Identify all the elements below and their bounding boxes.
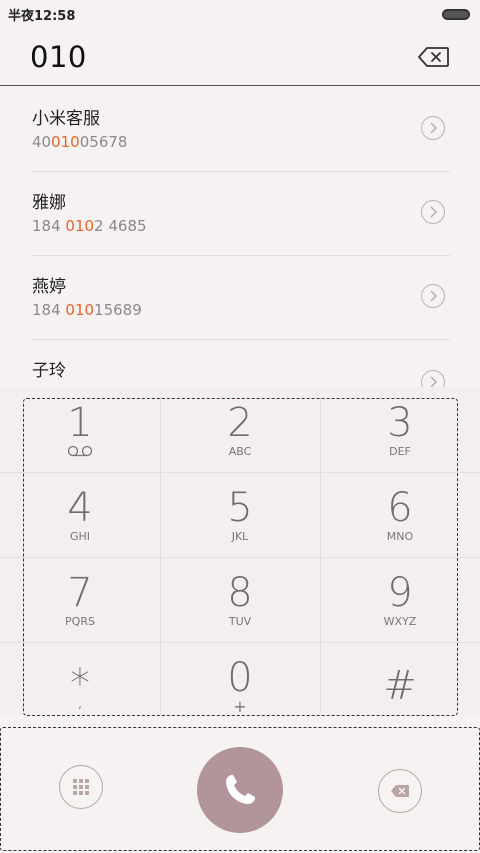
contact-name: 子玲 <box>32 361 66 381</box>
keypad-grid-icon <box>73 779 89 795</box>
key-6[interactable]: 6 MNO <box>320 482 480 567</box>
dialed-number: 010 <box>30 39 87 74</box>
dialed-number-bar: 010 <box>0 28 480 86</box>
backspace-icon[interactable] <box>418 46 450 68</box>
key-7[interactable]: 7 PQRS <box>0 567 160 652</box>
status-time: 半夜12:58 <box>8 8 76 24</box>
key-8[interactable]: 8 TUV <box>160 567 320 652</box>
key-star[interactable]: * , <box>0 652 160 737</box>
key-9[interactable]: 9 WXYZ <box>320 567 480 652</box>
keypad-toggle-button[interactable] <box>59 765 103 809</box>
voicemail-icon <box>67 445 93 457</box>
key-hash[interactable]: # <box>320 652 480 737</box>
chevron-right-icon[interactable] <box>421 284 445 308</box>
delete-button[interactable] <box>378 769 422 813</box>
call-button[interactable] <box>197 747 283 833</box>
bottom-action-bar <box>0 727 480 853</box>
key-0[interactable]: 0 + <box>160 652 320 737</box>
status-bar: 半夜12:58 <box>0 0 480 28</box>
contact-number: 184 01015689 <box>32 301 142 319</box>
chevron-right-icon[interactable] <box>421 200 445 224</box>
contact-number: 4001005678 <box>32 133 128 151</box>
contact-name: 燕婷 <box>32 277 66 297</box>
key-4[interactable]: 4 GHI <box>0 482 160 567</box>
contact-name: 小米客服 <box>32 109 100 129</box>
key-1[interactable]: 1 <box>0 397 160 482</box>
contact-item[interactable]: 燕婷 184 01015689 <box>0 256 480 340</box>
chevron-right-icon[interactable] <box>421 116 445 140</box>
phone-handset-icon <box>226 775 255 804</box>
key-2[interactable]: 2 ABC <box>160 397 320 482</box>
contact-suggestion-list: 小米客服 4001005678 雅娜 184 0102 4685 燕婷 184 … <box>0 88 480 424</box>
dial-keypad: 1 2 ABC 3 DEF 4 GHI 5 JKL 6 MNO 7 PQRS 8… <box>0 387 480 715</box>
key-3[interactable]: 3 DEF <box>320 397 480 482</box>
contact-number: 184 0102 4685 <box>32 217 147 235</box>
contact-item[interactable]: 小米客服 4001005678 <box>0 88 480 172</box>
contact-name: 雅娜 <box>32 193 66 213</box>
key-5[interactable]: 5 JKL <box>160 482 320 567</box>
contact-item[interactable]: 雅娜 184 0102 4685 <box>0 172 480 256</box>
backspace-icon <box>391 785 409 797</box>
battery-icon <box>442 8 470 20</box>
